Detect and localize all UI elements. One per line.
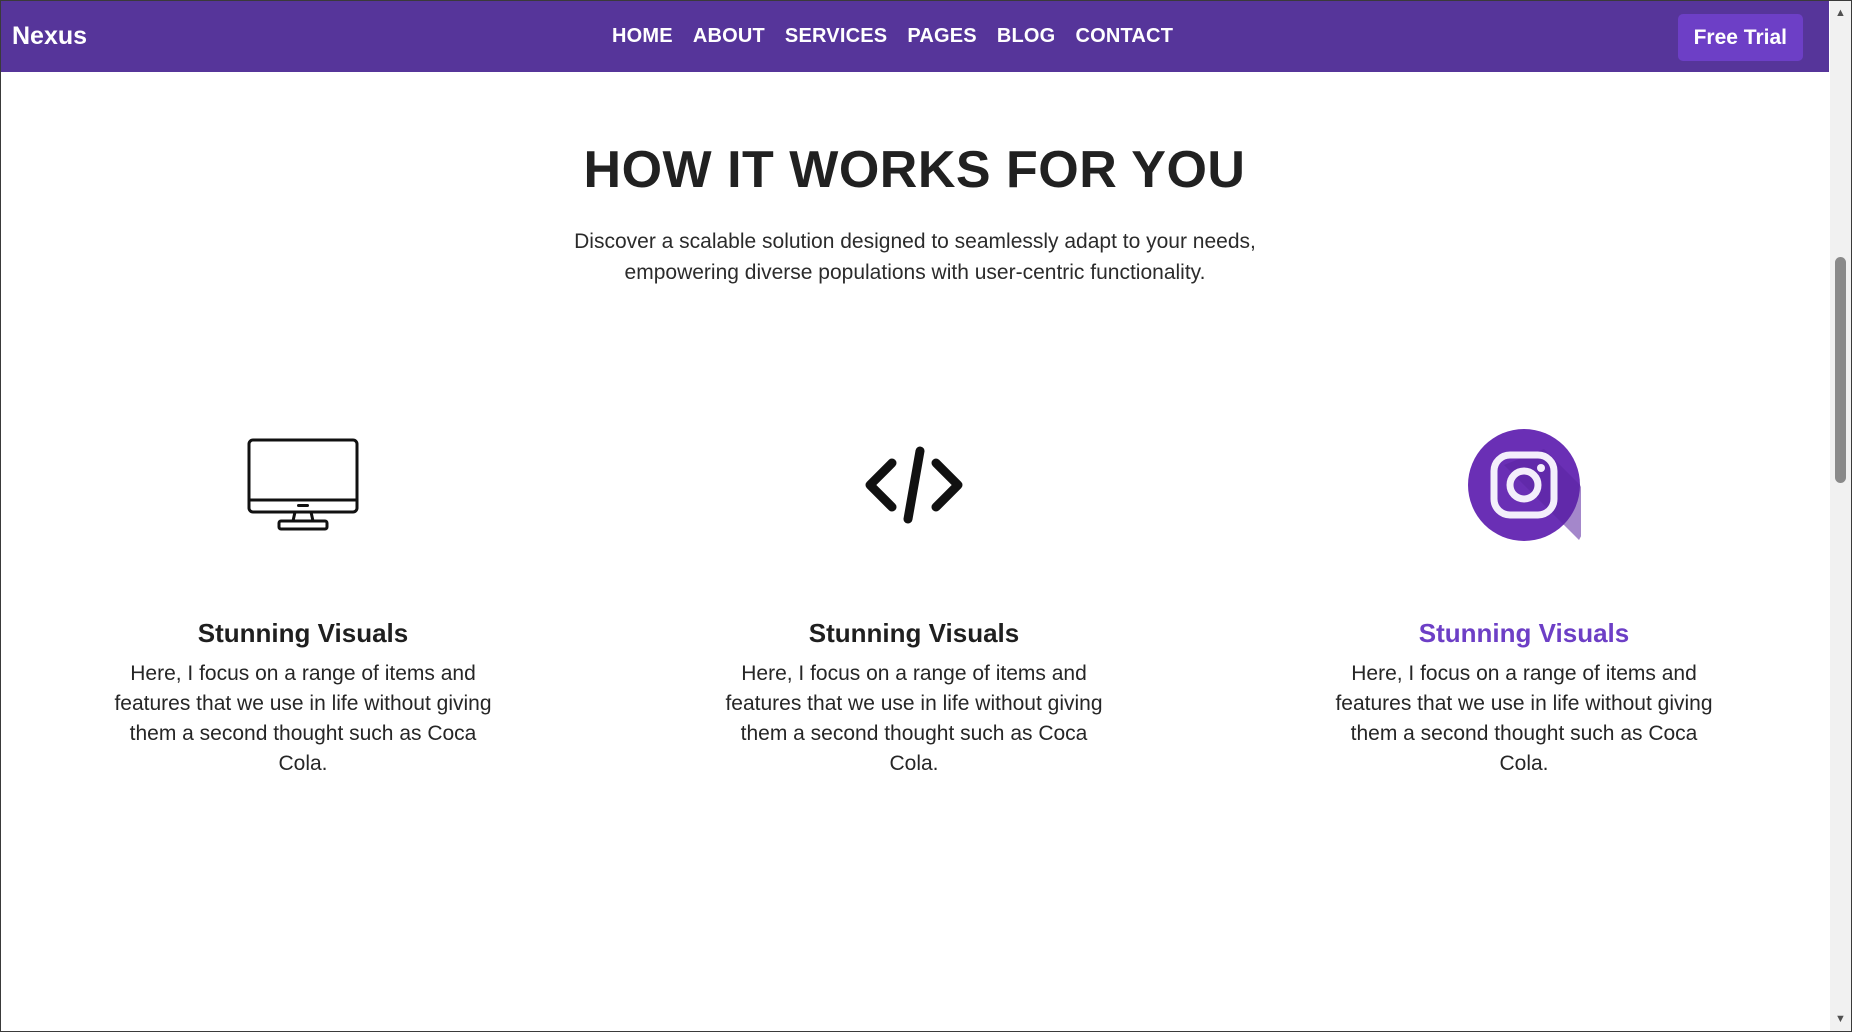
nav-item-about: ABOUT: [693, 25, 765, 48]
nav-item-pages: PAGES: [907, 25, 977, 48]
feature-icon-wrapper: [1314, 420, 1734, 550]
free-trial-button[interactable]: Free Trial: [1677, 14, 1803, 61]
instagram-icon: [1468, 429, 1581, 541]
main-nav: HOME ABOUT SERVICES PAGES BLOG CONTACT: [612, 0, 1173, 72]
nav-item-contact: CONTACT: [1075, 25, 1173, 48]
brand-logo[interactable]: Nexus: [12, 0, 87, 72]
nav-link-contact[interactable]: CONTACT: [1075, 25, 1173, 47]
section-title: HOW IT WORKS FOR YOU: [583, 141, 1246, 199]
nav-item-home: HOME: [612, 25, 673, 48]
feature-card-visuals-3: Stunning Visuals Here, I focus on a rang…: [1314, 420, 1734, 779]
feature-title: Stunning Visuals: [808, 618, 1020, 648]
feature-description: Here, I focus on a range of items and fe…: [114, 662, 492, 775]
scrollbar-thumb[interactable]: [1835, 257, 1846, 483]
nav-link-home[interactable]: HOME: [612, 25, 673, 47]
code-icon: [865, 446, 963, 524]
feature-icon-wrapper: [93, 420, 513, 550]
top-navbar: Nexus HOME ABOUT SERVICES PAGES BLOG CON…: [0, 0, 1829, 72]
scroll-down-arrow-icon[interactable]: ▼: [1830, 1009, 1851, 1029]
feature-card-visuals-2: Stunning Visuals Here, I focus on a rang…: [704, 420, 1124, 779]
nav-link-about[interactable]: ABOUT: [693, 25, 765, 47]
feature-icon-wrapper: [704, 420, 1124, 550]
nav-item-blog: BLOG: [997, 25, 1056, 48]
nav-item-services: SERVICES: [785, 25, 887, 48]
monitor-icon: [247, 438, 359, 531]
feature-description: Here, I focus on a range of items and fe…: [725, 662, 1103, 775]
section-subtitle: Discover a scalable solution designed to…: [574, 230, 1256, 284]
vertical-scrollbar[interactable]: ▲ ▼: [1830, 1, 1851, 1031]
scroll-up-arrow-icon[interactable]: ▲: [1830, 3, 1851, 23]
feature-title: Stunning Visuals: [1418, 618, 1630, 648]
feature-description: Here, I focus on a range of items and fe…: [1335, 662, 1713, 775]
nav-link-blog[interactable]: BLOG: [997, 25, 1056, 47]
nav-link-services[interactable]: SERVICES: [785, 25, 887, 47]
feature-title: Stunning Visuals: [197, 618, 409, 648]
nav-link-pages[interactable]: PAGES: [907, 25, 977, 47]
feature-card-visuals-1: Stunning Visuals Here, I focus on a rang…: [93, 420, 513, 779]
